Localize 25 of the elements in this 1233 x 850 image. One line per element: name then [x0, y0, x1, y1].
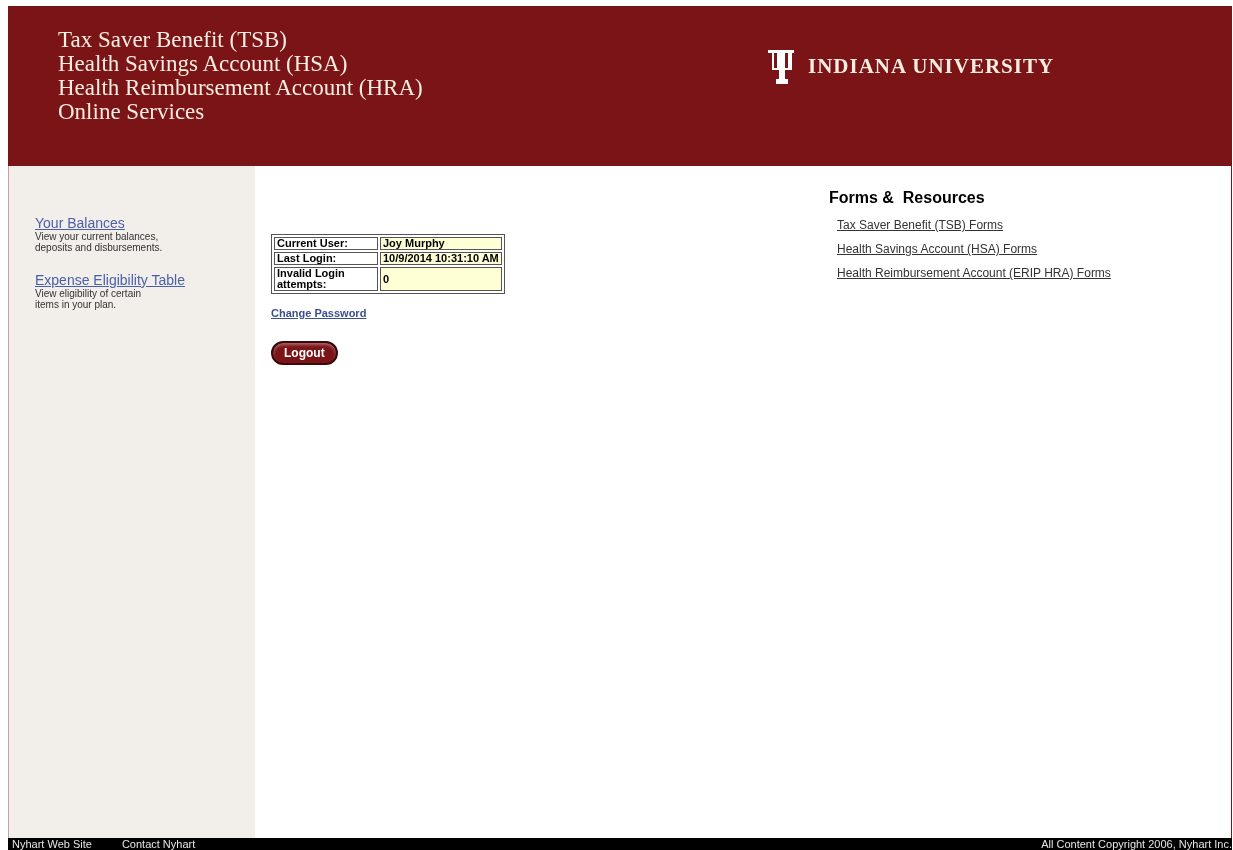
logo-text: INDIANA UNIVERSITY [808, 53, 1055, 81]
link-description: View your current balances, deposits and disbursements. [35, 231, 164, 253]
change-password-link[interactable]: Change Password [271, 305, 367, 322]
header-title-line: Online Services [58, 100, 206, 124]
link-description: View eligibility of certain items in your plan. [35, 288, 142, 310]
logout-button[interactable]: Logout [271, 340, 338, 365]
sidebar-link[interactable]: Your Balances [35, 216, 125, 231]
table-cell: Joy Murphy [380, 237, 502, 250]
header-title-line: Health Reimbursement Account (HRA) [58, 76, 424, 100]
table-cell: Current User: [274, 237, 378, 250]
sidebar-link[interactable]: Expense Eligibility Table [35, 273, 185, 288]
header-title-line: Health Savings Account (HSA) [58, 52, 349, 76]
section-heading: Forms & Resources [829, 188, 986, 208]
footer-link[interactable]: Nyhart Web Site [12, 838, 92, 850]
table-cell: Invalid Login attempts: [274, 267, 378, 291]
forms-link[interactable]: Health Savings Account (HSA) Forms [837, 240, 1038, 258]
trident-logo-icon [768, 50, 794, 84]
footer-link[interactable]: Contact Nyhart [121, 838, 196, 850]
table-cell: 10/9/2014 10:31:10 AM [380, 252, 502, 265]
forms-link[interactable]: Tax Saver Benefit (TSB) Forms [837, 216, 1004, 234]
table-cell: Last Login: [274, 252, 378, 265]
table-cell: 0 [380, 267, 502, 291]
copyright-text: All Content Copyright 2006, Nyhart Inc. [1041, 838, 1232, 850]
forms-link[interactable]: Health Reimbursement Account (ERIP HRA) Forms [837, 264, 1111, 282]
header-title-line: Tax Saver Benefit (TSB) [58, 28, 288, 52]
